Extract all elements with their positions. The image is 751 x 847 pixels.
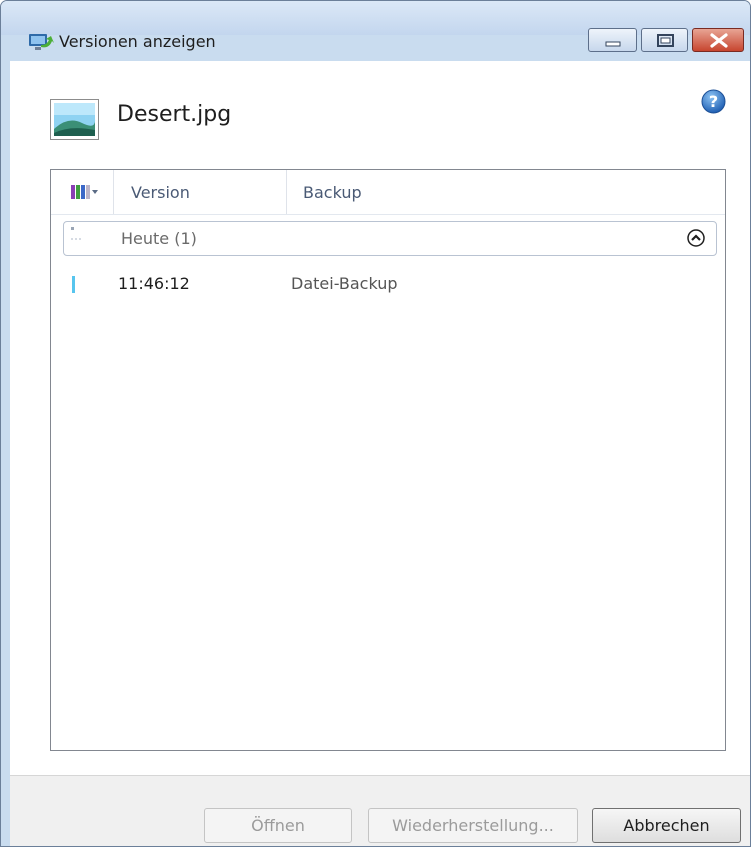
maximize-button[interactable] — [641, 28, 688, 52]
restore-button[interactable]: Wiederherstellung... — [368, 808, 578, 843]
group-today[interactable]: Heute (1) — [63, 221, 717, 256]
title-bar[interactable]: Versionen anzeigen — [1, 1, 750, 52]
minimize-button[interactable] — [588, 28, 637, 52]
svg-text:?: ? — [709, 92, 718, 111]
version-row[interactable]: 11:46:12 Datei-Backup — [51, 268, 725, 302]
header-separator[interactable] — [286, 170, 287, 214]
window-title: Versionen anzeigen — [59, 32, 216, 51]
backup-type: Datei-Backup — [291, 274, 398, 293]
close-icon — [710, 33, 728, 48]
minimize-icon — [605, 41, 621, 47]
column-chooser-icon[interactable] — [61, 180, 113, 206]
collapse-icon[interactable] — [687, 229, 705, 247]
close-button[interactable] — [692, 28, 744, 52]
column-backup[interactable]: Backup — [303, 183, 362, 202]
image-file-icon — [50, 99, 99, 140]
cancel-button[interactable]: Abbrechen — [592, 808, 741, 843]
versions-list[interactable]: Version Backup Heute (1) 11:46:12 Datei-… — [50, 169, 726, 751]
file-name: Desert.jpg — [117, 102, 232, 127]
dialog-content: Desert.jpg ? Version Backup Heute (1) 11… — [10, 61, 750, 846]
versions-dialog: Versionen anzeigen Desert.jpg ? Version … — [0, 0, 751, 847]
column-header: Version Backup — [51, 170, 725, 215]
button-bar: Öffnen Wiederherstellung... Abbrechen — [10, 775, 750, 846]
version-time: 11:46:12 — [118, 274, 190, 293]
group-handle-icon — [71, 227, 81, 240]
row-marker — [72, 276, 75, 293]
help-icon[interactable]: ? — [701, 89, 726, 114]
computer-backup-icon — [29, 34, 54, 50]
column-version[interactable]: Version — [131, 183, 190, 202]
open-button[interactable]: Öffnen — [204, 808, 352, 843]
header-separator[interactable] — [113, 170, 114, 214]
group-title: Heute (1) — [121, 229, 197, 248]
maximize-icon — [657, 34, 674, 47]
